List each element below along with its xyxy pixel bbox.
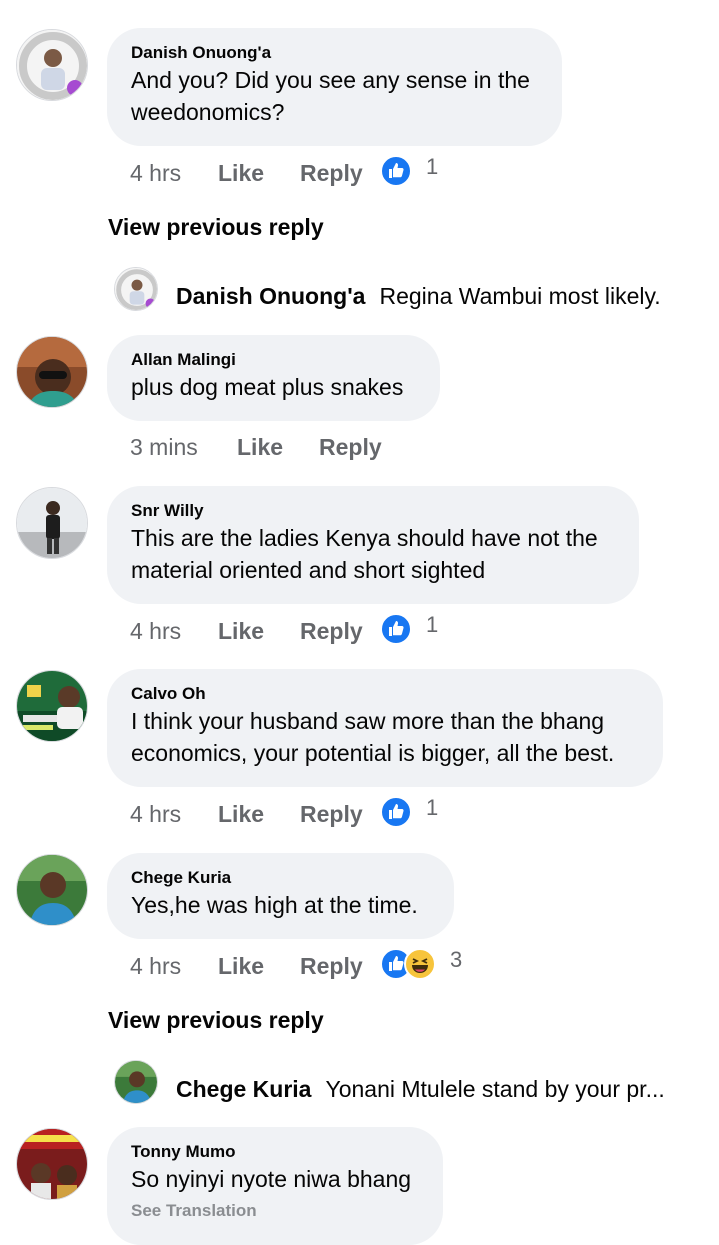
reaction-summary[interactable]: 3 <box>380 947 463 980</box>
comment-bubble[interactable]: Chege Kuria Yes,he was high at the time. <box>107 853 454 939</box>
reply-preview[interactable]: Danish Onuong'a Regina Wambui most likel… <box>176 283 661 310</box>
avatar-snr-willy[interactable] <box>16 487 88 559</box>
commenter-name[interactable]: Snr Willy <box>131 501 615 521</box>
reply-avatar-danish[interactable] <box>114 267 158 311</box>
comment-time[interactable]: 4 hrs <box>130 618 218 645</box>
reply-preview[interactable]: Chege Kuria Yonani Mtulele stand by your… <box>176 1076 665 1103</box>
reply-button[interactable]: Reply <box>300 618 380 645</box>
avatar-danish[interactable] <box>16 29 88 101</box>
reaction-count: 1 <box>426 795 439 820</box>
reaction-count: 1 <box>426 612 439 637</box>
reaction-summary[interactable]: 1 <box>380 612 439 645</box>
like-button[interactable]: Like <box>237 434 319 461</box>
reaction-count: 3 <box>450 947 463 972</box>
comment-actions: 4 hrs Like Reply 3 <box>130 947 463 981</box>
avatar-allan[interactable] <box>16 336 88 408</box>
comment-time[interactable]: 4 hrs <box>130 953 218 980</box>
like-reaction-icon <box>380 796 412 828</box>
reply-avatar-chege[interactable] <box>114 1060 158 1104</box>
like-button[interactable]: Like <box>218 618 300 645</box>
comment-text: plus dog meat plus snakes <box>131 374 404 400</box>
reaction-summary[interactable]: 1 <box>380 154 439 187</box>
avatar-tonny[interactable] <box>16 1128 88 1200</box>
see-translation-link[interactable]: See Translation <box>131 1201 419 1221</box>
like-button[interactable]: Like <box>218 801 300 828</box>
avatar-chege[interactable] <box>16 854 88 926</box>
comment-actions: 4 hrs Like Reply 1 <box>130 612 439 646</box>
comment-time[interactable]: 4 hrs <box>130 801 218 828</box>
comment-text: So nyinyi nyote niwa bhang <box>131 1166 412 1192</box>
view-previous-reply-link[interactable]: View previous reply <box>108 1007 324 1034</box>
like-reaction-icon <box>380 613 412 645</box>
comment-text: I think your husband saw more than the b… <box>131 708 615 766</box>
reply-text: Regina Wambui most likely. <box>379 283 661 309</box>
comment-bubble[interactable]: Calvo Oh I think your husband saw more t… <box>107 669 663 787</box>
comment-bubble[interactable]: Tonny Mumo So nyinyi nyote niwa bhang Se… <box>107 1127 443 1245</box>
comment-time[interactable]: 3 mins <box>130 434 237 461</box>
reply-button[interactable]: Reply <box>300 160 380 187</box>
comment-time[interactable]: 4 hrs <box>130 160 218 187</box>
comment-bubble[interactable]: Danish Onuong'a And you? Did you see any… <box>107 28 562 146</box>
like-button[interactable]: Like <box>218 160 300 187</box>
reply-button[interactable]: Reply <box>300 953 380 980</box>
reaction-count: 1 <box>426 154 439 179</box>
comment-text: Yes,he was high at the time. <box>131 892 418 918</box>
reply-text: Yonani Mtulele stand by your pr... <box>325 1076 665 1102</box>
reply-author[interactable]: Danish Onuong'a <box>176 283 365 310</box>
reply-button[interactable]: Reply <box>319 434 399 461</box>
commenter-name[interactable]: Allan Malingi <box>131 350 416 370</box>
comment-actions: 3 mins Like Reply <box>130 432 399 462</box>
view-previous-reply-link[interactable]: View previous reply <box>108 214 324 241</box>
comment-actions: 4 hrs Like Reply 1 <box>130 795 439 829</box>
comment-text: This are the ladies Kenya should have no… <box>131 525 598 583</box>
comment-bubble[interactable]: Snr Willy This are the ladies Kenya shou… <box>107 486 639 604</box>
comment-bubble[interactable]: Allan Malingi plus dog meat plus snakes <box>107 335 440 421</box>
comment-actions: 4 hrs Like Reply 1 <box>130 154 439 188</box>
haha-reaction-icon <box>404 948 436 980</box>
reply-author[interactable]: Chege Kuria <box>176 1076 311 1103</box>
avatar-calvo[interactable] <box>16 670 88 742</box>
commenter-name[interactable]: Tonny Mumo <box>131 1142 419 1162</box>
commenter-name[interactable]: Calvo Oh <box>131 684 639 704</box>
reply-button[interactable]: Reply <box>300 801 380 828</box>
commenter-name[interactable]: Chege Kuria <box>131 868 430 888</box>
comment-text: And you? Did you see any sense in the we… <box>131 67 530 125</box>
like-button[interactable]: Like <box>218 953 300 980</box>
commenter-name[interactable]: Danish Onuong'a <box>131 43 538 63</box>
like-reaction-icon <box>380 155 412 187</box>
reaction-summary[interactable]: 1 <box>380 795 439 828</box>
